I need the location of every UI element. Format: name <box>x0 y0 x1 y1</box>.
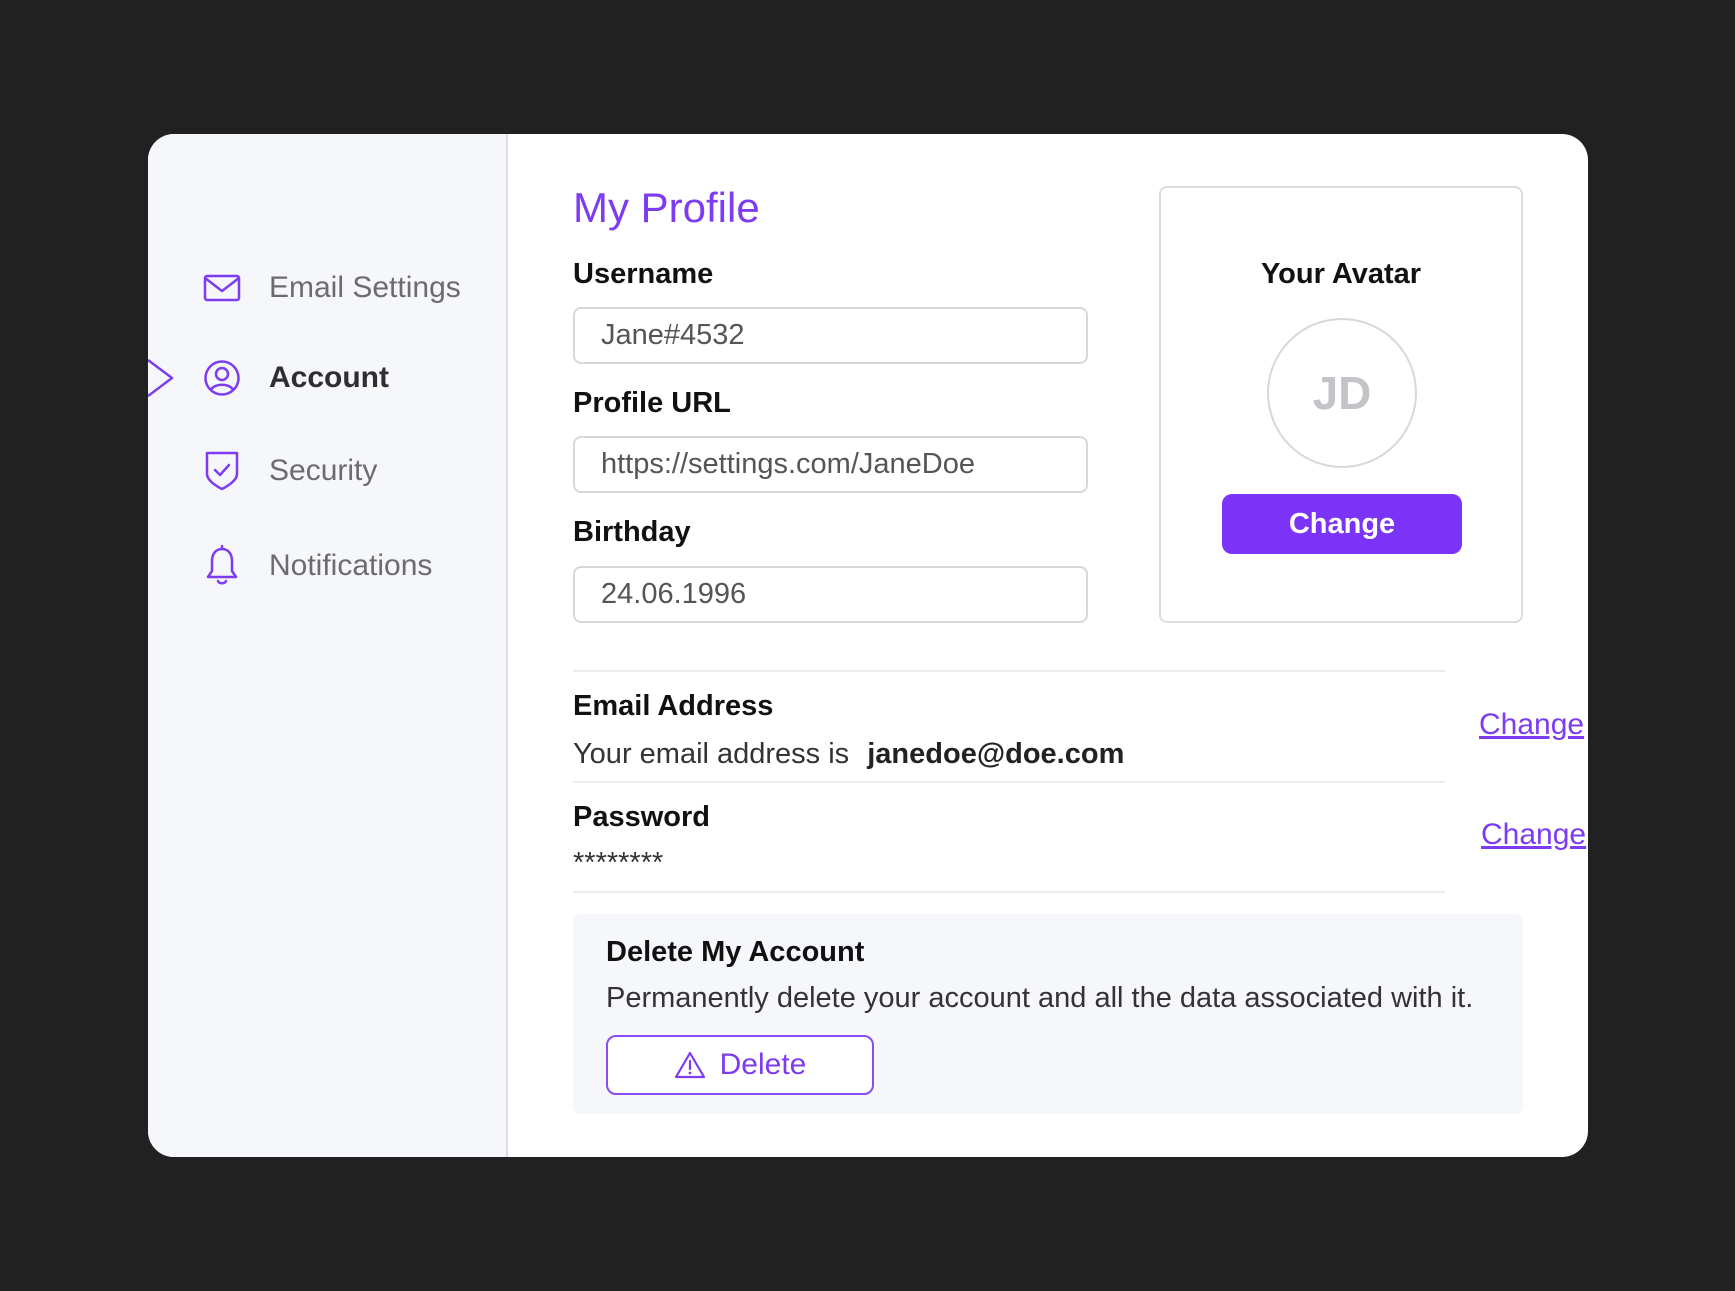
change-avatar-button[interactable]: Change <box>1222 494 1462 554</box>
delete-button-label: Delete <box>719 1048 807 1081</box>
main-content: My Profile Username Profile URL Birthday… <box>510 134 1588 1157</box>
delete-account-button[interactable]: Delete <box>606 1035 874 1095</box>
avatar: JD <box>1267 318 1417 468</box>
email-address-text: Your email address is janedoe@doe.com <box>573 738 1124 771</box>
avatar-initials: JD <box>1312 367 1372 419</box>
divider <box>573 670 1445 672</box>
sidebar-item-security[interactable]: Security <box>202 445 377 497</box>
divider <box>573 781 1445 783</box>
sidebar-item-label: Security <box>269 454 378 487</box>
password-title: Password <box>573 801 710 833</box>
profile-url-field[interactable] <box>573 436 1088 493</box>
delete-account-title: Delete My Account <box>606 936 865 968</box>
page-title: My Profile <box>573 184 760 231</box>
sidebar: Email Settings Account Security Notifica… <box>148 134 508 1157</box>
sidebar-item-label: Email Settings <box>269 271 461 304</box>
sidebar-item-label: Account <box>269 361 389 394</box>
birthday-field[interactable] <box>573 566 1088 623</box>
active-indicator-icon <box>148 359 174 397</box>
envelope-icon <box>202 266 242 310</box>
password-masked: ******** <box>573 847 664 879</box>
change-email-link[interactable]: Change <box>1479 708 1584 742</box>
delete-account-section: Delete My Account Permanently delete you… <box>573 914 1523 1114</box>
sidebar-item-label: Notifications <box>269 549 433 582</box>
profile-url-label: Profile URL <box>573 387 731 419</box>
username-label: Username <box>573 258 714 290</box>
email-address-value: janedoe@doe.com <box>867 738 1125 770</box>
avatar-card: Your Avatar JD Change <box>1159 186 1523 623</box>
email-address-title: Email Address <box>573 690 774 722</box>
delete-account-description: Permanently delete your account and all … <box>606 982 1474 1014</box>
email-address-prefix: Your email address is <box>573 738 850 770</box>
sidebar-item-account[interactable]: Account <box>202 352 389 404</box>
change-password-link[interactable]: Change <box>1481 818 1586 852</box>
settings-card: Email Settings Account Security Notifica… <box>148 134 1588 1157</box>
shield-check-icon <box>202 449 242 493</box>
username-field[interactable] <box>573 307 1088 364</box>
bell-icon <box>202 544 242 588</box>
birthday-label: Birthday <box>573 516 691 548</box>
sidebar-item-notifications[interactable]: Notifications <box>202 540 432 592</box>
user-circle-icon <box>202 356 242 400</box>
divider <box>573 891 1445 893</box>
sidebar-item-email-settings[interactable]: Email Settings <box>202 262 461 314</box>
warning-icon <box>674 1051 705 1079</box>
avatar-title: Your Avatar <box>1260 258 1422 290</box>
